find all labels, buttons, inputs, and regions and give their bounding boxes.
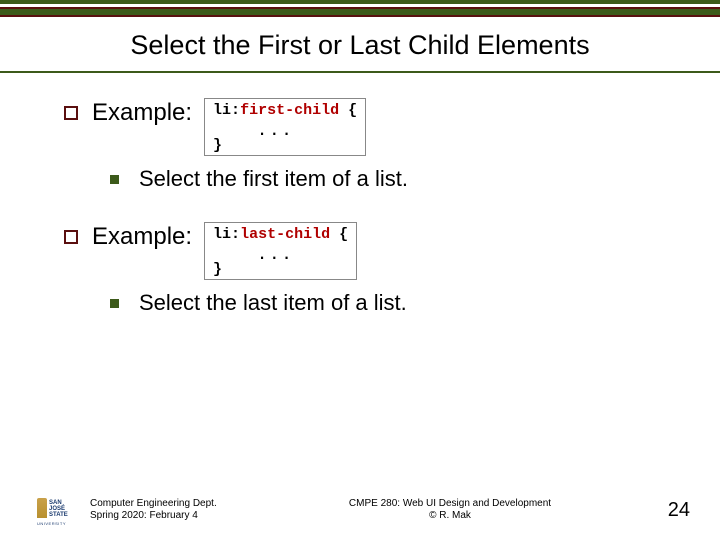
example-1-label: Example: [92, 98, 192, 128]
footer-date: Spring 2020: February 4 [90, 510, 270, 522]
code-brace-open: { [330, 226, 348, 243]
footer-copyright: © R. Mak [270, 510, 630, 522]
example-1-desc: Select the first item of a list. [139, 166, 408, 192]
bar-thick [0, 7, 720, 17]
sjsu-logo: SAN JOSÉ STATE UNIVERSITY [34, 496, 76, 526]
logo-tower-icon [37, 498, 47, 518]
page-number: 24 [630, 499, 690, 522]
footer-center: CMPE 280: Web UI Design and Development … [270, 498, 630, 522]
footer-left: Computer Engineering Dept. Spring 2020: … [90, 498, 270, 522]
title-wrap: Select the First or Last Child Elements [0, 30, 720, 73]
slide: Select the First or Last Child Elements … [0, 0, 720, 540]
example-1-row: Example: li:first-child { . . . } [64, 98, 680, 156]
example-2-row: Example: li:last-child { . . . } [64, 222, 680, 280]
footer-dept: Computer Engineering Dept. [90, 498, 270, 510]
decorative-top-bars [0, 0, 720, 17]
bullet-outline-icon [64, 106, 78, 120]
example-2-label: Example: [92, 222, 192, 252]
bullet-square-icon [110, 175, 119, 184]
content-area: Example: li:first-child { . . . } Select… [64, 98, 680, 346]
example-2-desc-row: Select the last item of a list. [110, 290, 680, 316]
code-ellipsis: . . . [213, 120, 357, 136]
logo-text: SAN JOSÉ STATE [49, 500, 76, 518]
footer-course: CMPE 280: Web UI Design and Development [270, 498, 630, 510]
slide-title: Select the First or Last Child Elements [70, 30, 650, 61]
code-box-1: li:first-child { . . . } [204, 98, 366, 156]
logo-subtext: UNIVERSITY [37, 521, 66, 526]
code-element: li: [213, 226, 240, 243]
bullet-square-icon [110, 299, 119, 308]
example-2-desc: Select the last item of a list. [139, 290, 407, 316]
code-ellipsis: . . . [213, 244, 348, 260]
bullet-outline-icon [64, 230, 78, 244]
code-brace-open: { [339, 102, 357, 119]
code-box-2: li:last-child { . . . } [204, 222, 357, 280]
code-element: li: [213, 102, 240, 119]
example-1-desc-row: Select the first item of a list. [110, 166, 680, 192]
footer: Computer Engineering Dept. Spring 2020: … [90, 498, 690, 522]
